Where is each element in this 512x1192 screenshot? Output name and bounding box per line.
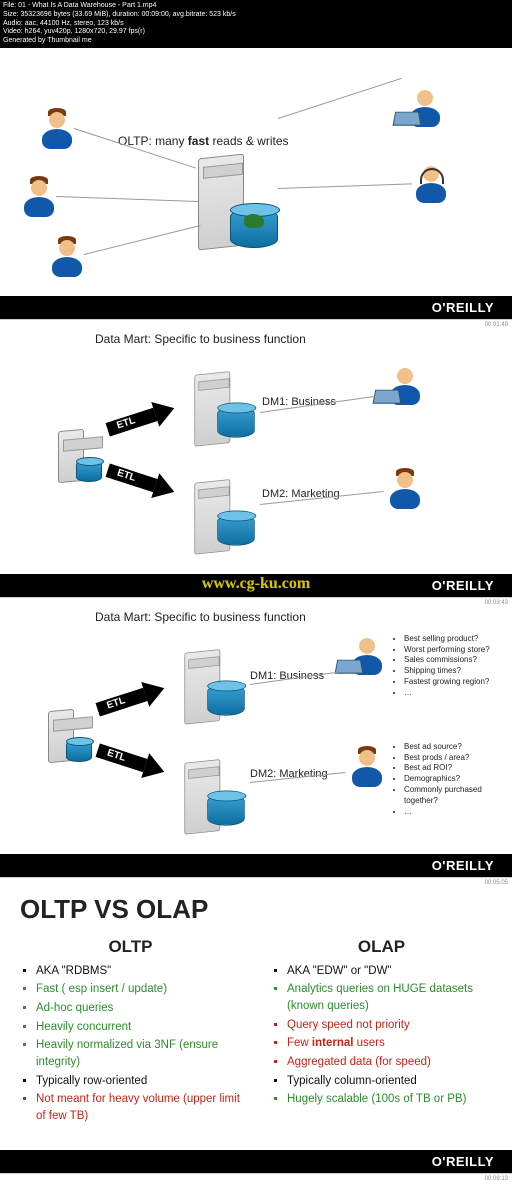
brand-bar: O'REILLY [0, 854, 512, 877]
connection-line [278, 183, 412, 189]
brand-text: O'REILLY [432, 1154, 494, 1169]
database-icon [66, 740, 92, 762]
list-item: Commonly purchased together? [404, 785, 504, 807]
dm2-label: DM2: Marketing [262, 488, 340, 500]
list-item: Best ad source? [404, 742, 504, 753]
slide-oltp-overview: OLTP: many fast reads & writes O'REILLY … [0, 48, 512, 320]
headset-user-icon [414, 166, 448, 206]
meta-line: Video: h264, yuv420p, 1280x720, 29.97 fp… [3, 28, 509, 37]
list-item: Demographics? [404, 774, 504, 785]
list-item: Sales commissions? [404, 655, 504, 666]
olap-column: OLAP AKA "EDW" or "DW"Analytics queries … [271, 937, 492, 1127]
list-item: Few internal users [287, 1035, 492, 1052]
etl-arrow: ETL [104, 396, 179, 442]
text-bold: fast [188, 134, 209, 148]
slide-oltp-vs-olap: OLTP VS OLAP OLTP AKA "RDBMS"Fast ( esp … [0, 878, 512, 1174]
database-icon [207, 794, 244, 825]
slide-data-mart-2: Data Mart: Specific to business function… [0, 598, 512, 878]
list-item: Shipping times? [404, 666, 504, 677]
list-item: Fast ( esp insert / update) [36, 981, 241, 998]
user-icon [50, 236, 84, 276]
list-item: AKA "RDBMS" [36, 963, 241, 980]
database-icon [217, 514, 254, 545]
business-questions: Best selling product?Worst performing st… [394, 634, 504, 699]
list-item: Best prods / area? [404, 753, 504, 764]
list-item: Worst performing store? [404, 645, 504, 656]
list-item: Aggregated data (for speed) [287, 1054, 492, 1071]
database-icon [207, 684, 244, 715]
timestamp: 00:09:13 [485, 1176, 508, 1182]
video-metadata: File: 01 - What Is A Data Warehouse - Pa… [0, 0, 512, 48]
list-item: Analytics queries on HUGE datasets (know… [287, 981, 492, 1014]
list-item: … [404, 688, 504, 699]
turtle-icon [244, 214, 264, 228]
connection-line [56, 196, 198, 202]
list-item: Hugely scalable (100s of TB or PB) [287, 1091, 492, 1108]
brand-text: O'REILLY [432, 300, 494, 315]
list-item: … [404, 807, 504, 818]
brand-bar: O'REILLY [0, 296, 512, 319]
text: reads & writes [209, 134, 288, 148]
oltp-caption: OLTP: many fast reads & writes [118, 134, 289, 148]
brand-text: O'REILLY [432, 578, 494, 593]
list-item: Not meant for heavy volume (upper limit … [36, 1091, 241, 1124]
list-item: Best selling product? [404, 634, 504, 645]
list-item: Query speed not priority [287, 1017, 492, 1034]
column-heading: OLTP [20, 937, 241, 957]
user-icon [388, 468, 422, 508]
database-icon [217, 406, 254, 437]
slide-data-mart-1: Data Mart: Specific to business function… [0, 320, 512, 598]
laptop-icon [393, 111, 422, 125]
database-icon [76, 460, 102, 482]
user-icon [350, 746, 384, 786]
list-item: Typically column-oriented [287, 1073, 492, 1090]
brand-text: O'REILLY [432, 858, 494, 873]
meta-line: File: 01 - What Is A Data Warehouse - Pa… [3, 2, 509, 11]
list-item: Heavily normalized via 3NF (ensure integ… [36, 1037, 241, 1070]
brand-bar: O'REILLY [0, 574, 512, 597]
slide-title: Data Mart: Specific to business function [95, 332, 306, 346]
connection-line [84, 225, 201, 255]
slide-heading: OLTP VS OLAP [20, 894, 492, 925]
meta-line: Generated by Thumbnail me [3, 37, 509, 46]
user-icon [22, 176, 56, 216]
list-item: Fastest growing region? [404, 677, 504, 688]
meta-line: Audio: aac, 44100 Hz, stereo, 123 kb/s [3, 20, 509, 29]
connection-line [278, 78, 402, 119]
column-heading: OLAP [271, 937, 492, 957]
etl-arrow: ETL [104, 458, 179, 504]
user-icon [40, 108, 74, 148]
slide-title: Data Mart: Specific to business function [95, 610, 306, 624]
brand-bar: O'REILLY [0, 1150, 512, 1173]
etl-arrow: ETL [94, 676, 169, 722]
list-item: Heavily concurrent [36, 1019, 241, 1036]
marketing-questions: Best ad source?Best prods / area?Best ad… [394, 742, 504, 818]
etl-arrow: ETL [94, 738, 169, 784]
list-item: Ad-hoc queries [36, 1000, 241, 1017]
list-item: Best ad ROI? [404, 763, 504, 774]
list-item: Typically row-oriented [36, 1073, 241, 1090]
oltp-column: OLTP AKA "RDBMS"Fast ( esp insert / upda… [20, 937, 241, 1127]
meta-line: Size: 35323696 bytes (33.69 MiB), durati… [3, 11, 509, 20]
list-item: AKA "EDW" or "DW" [287, 963, 492, 980]
